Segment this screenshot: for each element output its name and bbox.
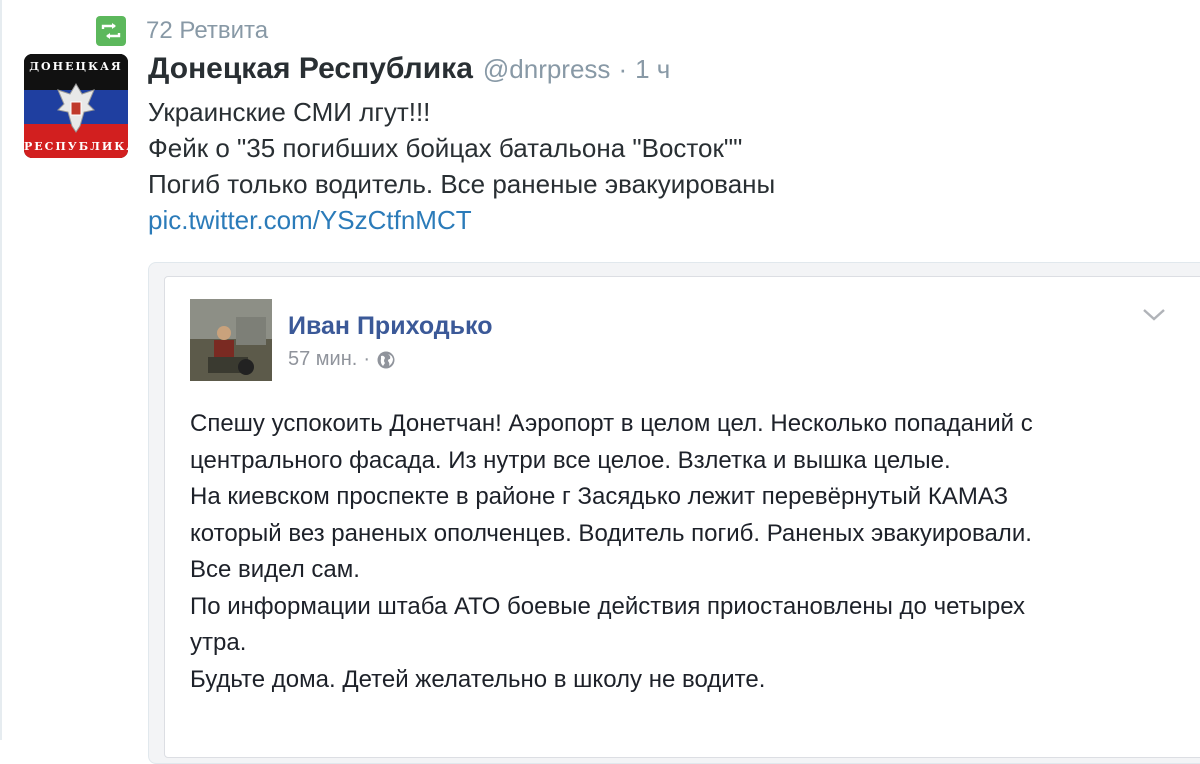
- tweet-timestamp[interactable]: 1 ч: [635, 54, 670, 85]
- fb-post-text: Спешу успокоить Донетчан! Аэропорт в цел…: [190, 406, 1033, 698]
- fb-post-line: Спешу успокоить Донетчан! Аэропорт в цел…: [190, 410, 1033, 437]
- fb-author-name[interactable]: Иван Приходько: [288, 312, 492, 341]
- globe-icon[interactable]: [376, 350, 396, 370]
- fb-post-line: который вез раненых ополченцев. Водитель…: [190, 519, 1032, 547]
- tweet-text: Украинские СМИ лгут!!! Фейк о "35 погибш…: [148, 94, 775, 238]
- tweet-line: Фейк о "35 погибших бойцах батальона "Во…: [148, 133, 743, 163]
- fb-post-line: Все видел сам.: [190, 556, 360, 583]
- fb-post-meta: 57 мин. ·: [288, 348, 396, 371]
- display-name[interactable]: Донецкая Республика: [148, 52, 473, 86]
- user-handle[interactable]: @dnrpress: [483, 54, 611, 85]
- fb-meta-separator: ·: [363, 348, 370, 370]
- avatar[interactable]: ДОНЕЦКАЯ РЕСПУБЛИКА: [24, 54, 128, 158]
- fb-post-line: центрального фасада. Из нутри все целое.…: [190, 446, 951, 474]
- avatar-text-top: ДОНЕЦКАЯ: [29, 60, 123, 73]
- fb-post-line: Будьте дома. Детей желательно в школу не…: [190, 665, 766, 693]
- tweet-line: Украинские СМИ лгут!!!: [148, 97, 431, 127]
- tweet-line: Погиб только водитель. Все раненые эваку…: [148, 169, 776, 199]
- retweet-count[interactable]: 72 Ретвита: [146, 17, 268, 45]
- retweet-icon[interactable]: [96, 16, 126, 46]
- separator-dot: ·: [618, 54, 628, 84]
- fb-post-line: утра.: [190, 629, 247, 656]
- tweet-media-link[interactable]: pic.twitter.com/YSzCtfnMCT: [148, 205, 472, 235]
- avatar-text-bottom: РЕСПУБЛИКА: [24, 140, 128, 153]
- fb-author-avatar[interactable]: [190, 299, 272, 381]
- tweet-header: Донецкая Республика @dnrpress · 1 ч: [148, 52, 670, 88]
- fb-post-line: На киевском проспекте в районе г Засядьк…: [190, 483, 1009, 510]
- retweet-context: 72 Ретвита: [96, 14, 268, 48]
- chevron-down-icon[interactable]: [1140, 304, 1168, 324]
- fb-post-time[interactable]: 57 мин.: [288, 348, 357, 371]
- page-left-border: [0, 0, 2, 740]
- eagle-emblem-icon: [56, 83, 96, 133]
- fb-post-line: По информации штаба АТО боевые действия …: [190, 592, 1026, 620]
